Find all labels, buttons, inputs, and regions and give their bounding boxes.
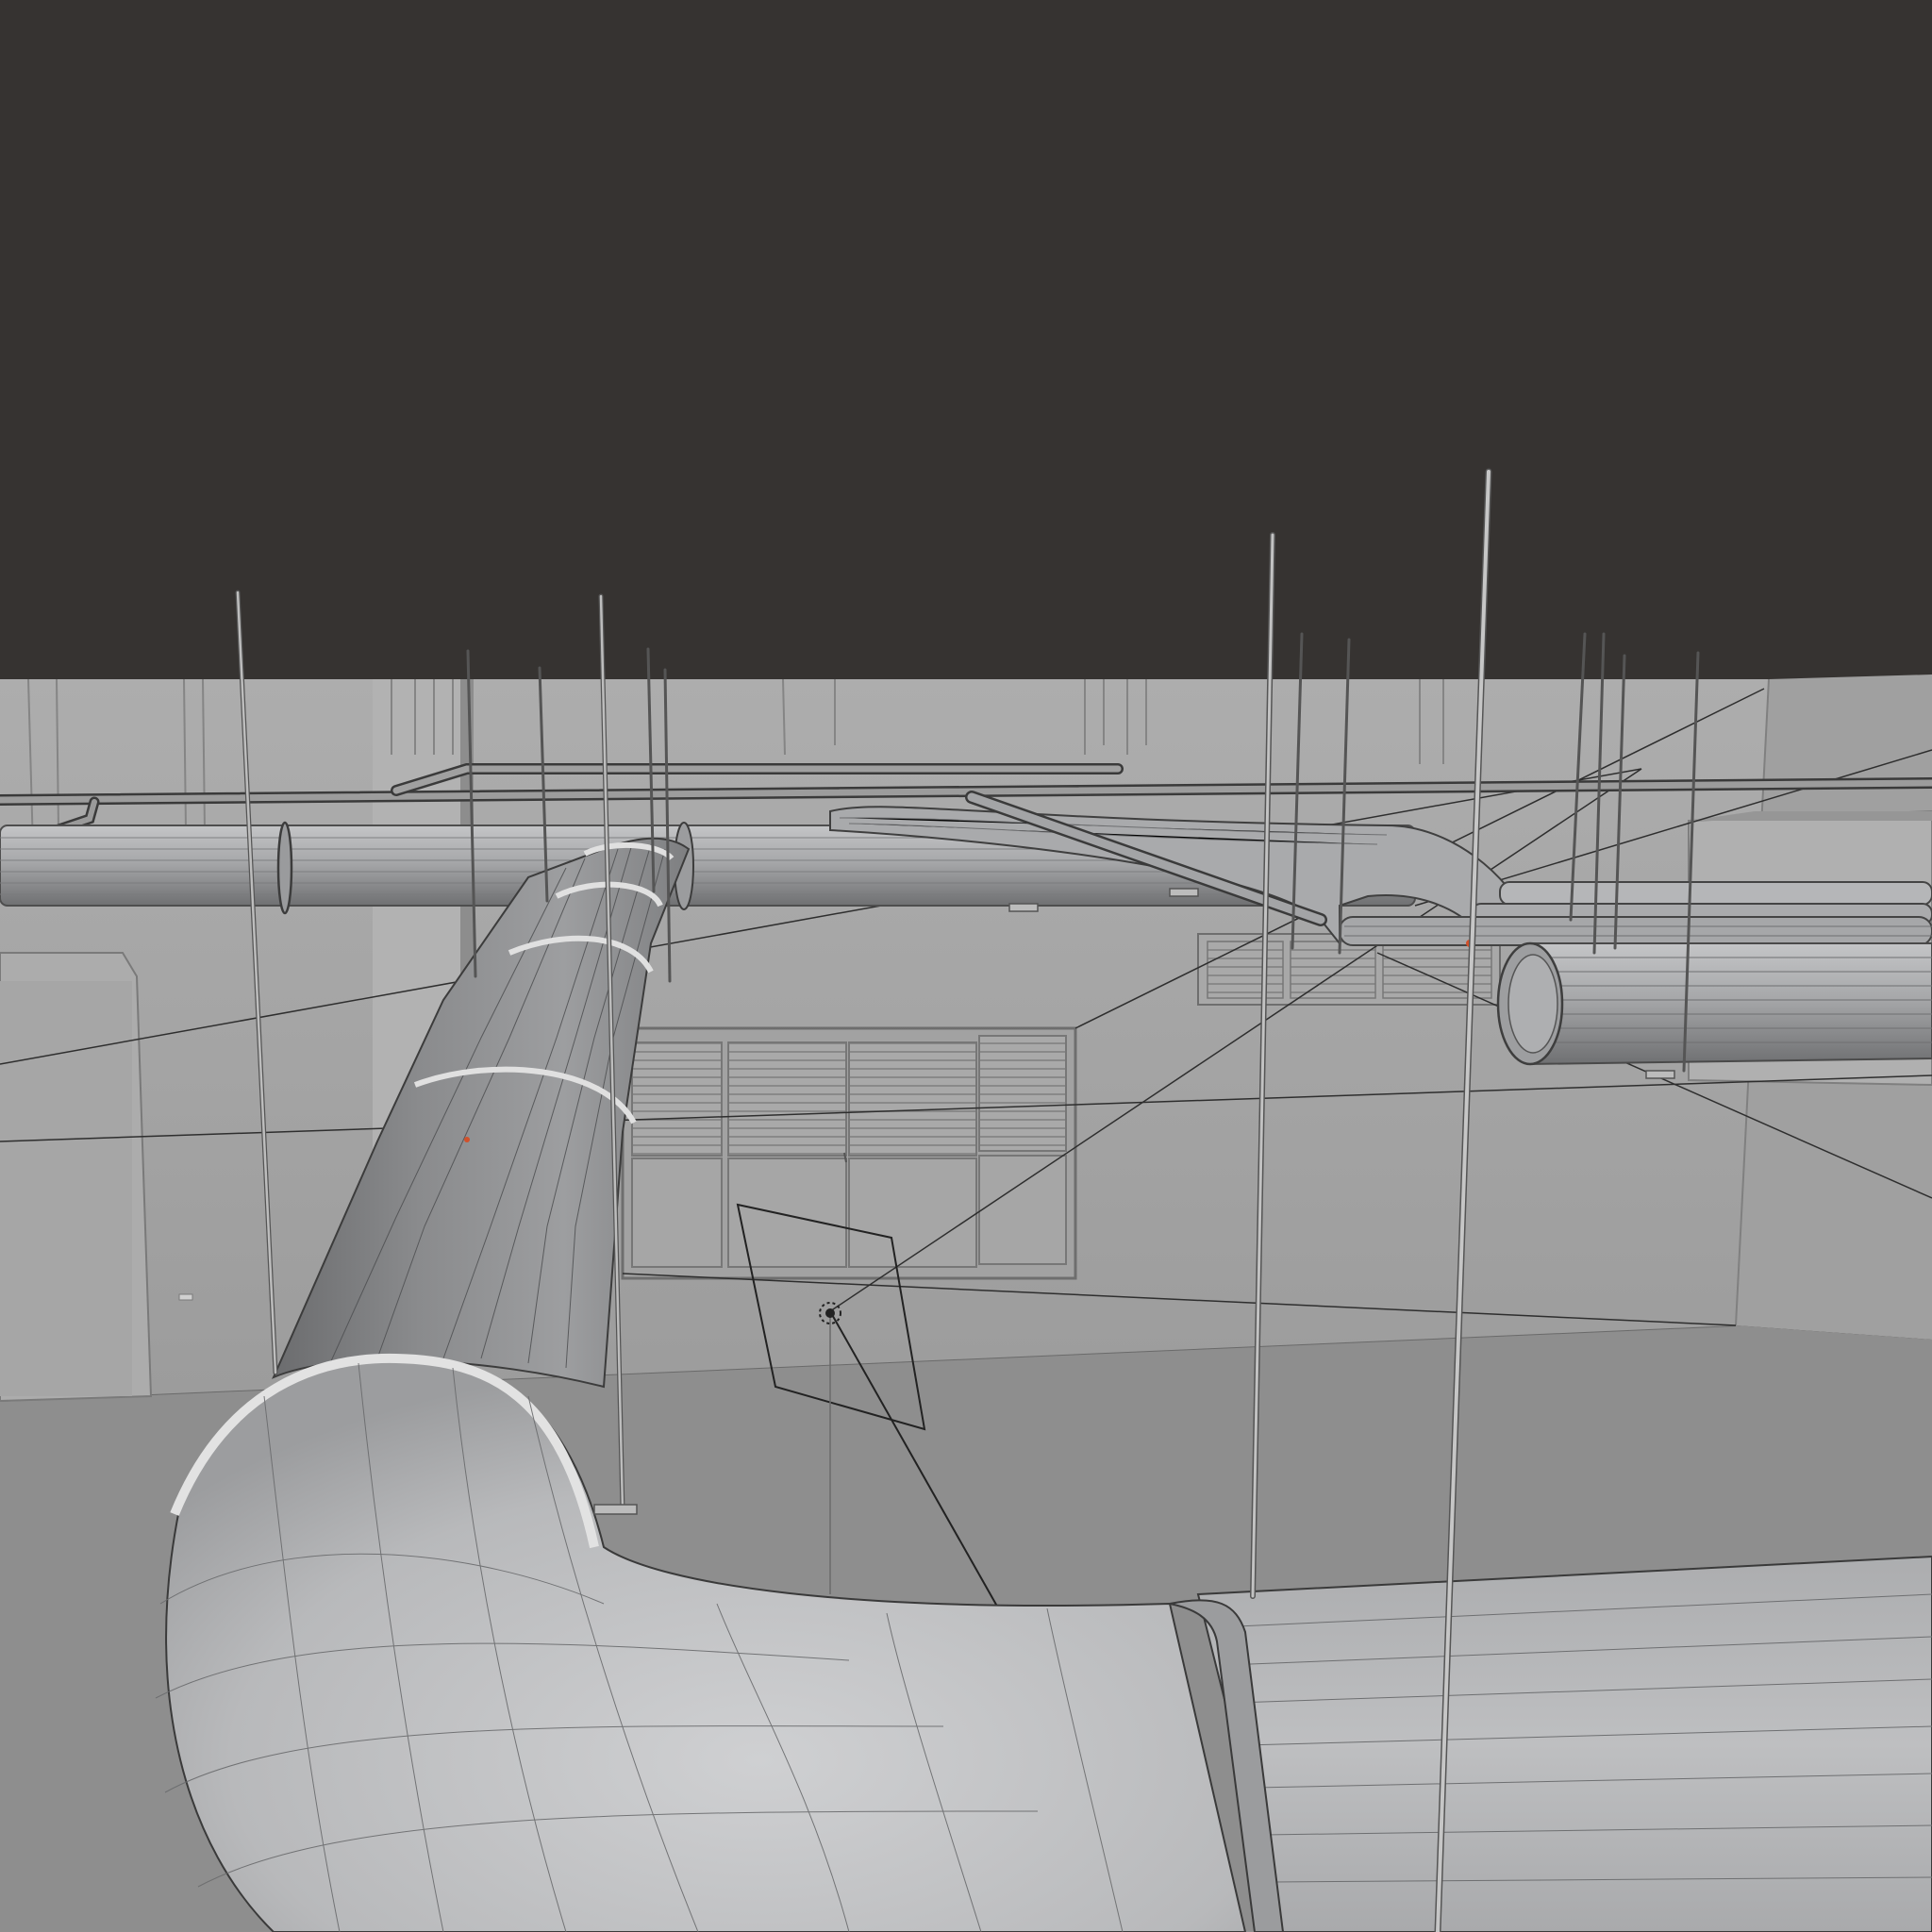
window-louvered[interactable]: [621, 1026, 1077, 1280]
viewport-background: [0, 0, 1932, 679]
duct-foreground-run[interactable]: [1169, 1555, 1932, 1932]
door-switch: [178, 1293, 193, 1301]
vertex-marker: [464, 1137, 470, 1142]
3d-viewport[interactable]: [0, 0, 1932, 1932]
